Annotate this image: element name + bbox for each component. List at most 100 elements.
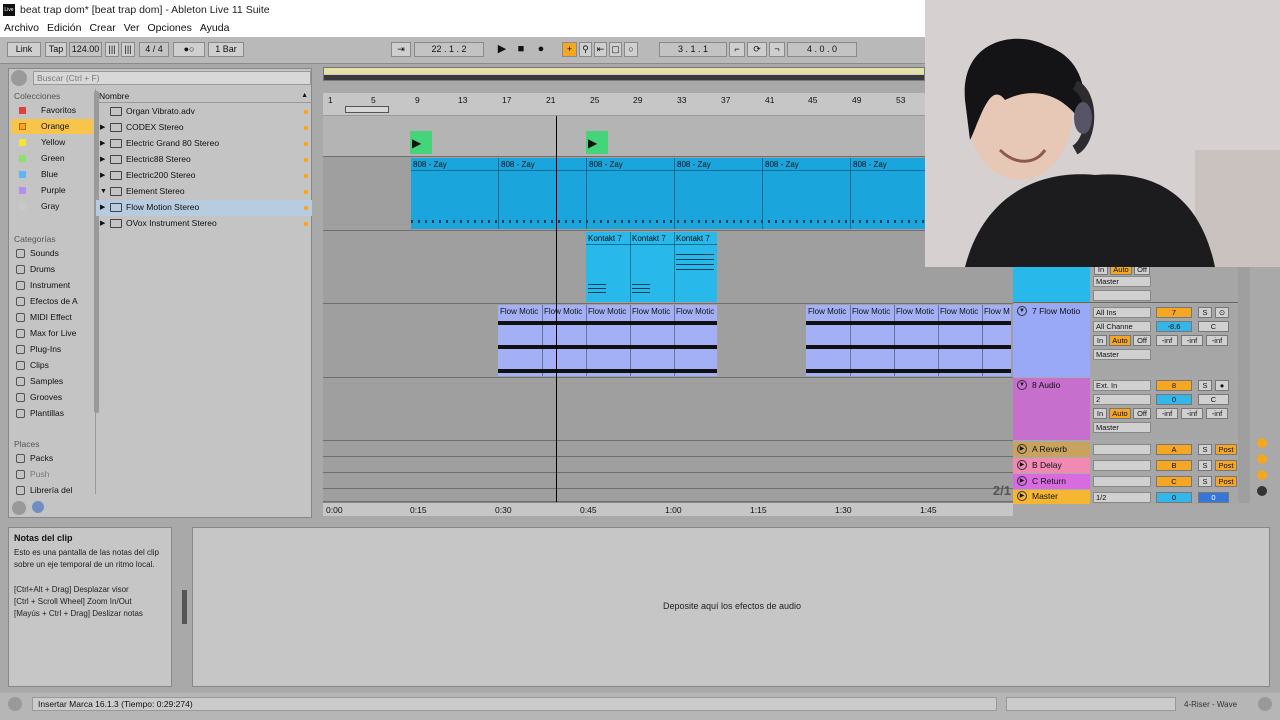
collection-orange[interactable]: Orange <box>11 119 93 134</box>
preview-headphones-icon[interactable] <box>32 501 44 513</box>
fold-icon[interactable]: ▼ <box>1017 380 1027 390</box>
output-dropdown[interactable]: Master <box>1093 422 1151 433</box>
time-signature-field[interactable]: 4 / 4 <box>139 42 169 57</box>
send-c-field[interactable]: -inf <box>1206 408 1228 419</box>
track-activator-button[interactable]: C <box>1156 476 1192 487</box>
expand-arrow-icon[interactable]: ▶ <box>100 216 105 231</box>
send-c-field[interactable]: -inf <box>1206 335 1228 346</box>
post-button[interactable]: Post <box>1215 460 1237 471</box>
punch-out-icon[interactable]: ¬ <box>769 42 785 57</box>
output-channel-dropdown[interactable] <box>1093 290 1151 301</box>
collection-favoritos[interactable]: Favoritos <box>11 103 93 118</box>
fold-icon[interactable]: ▶ <box>1017 476 1027 486</box>
track-name-delay[interactable]: ▶ B Delay <box>1013 458 1090 473</box>
device-view[interactable]: Deposite aquí los efectos de audio <box>192 527 1270 687</box>
arm-button[interactable]: ● <box>1215 380 1229 391</box>
expand-arrow-icon[interactable]: ▶ <box>100 136 105 151</box>
menu-ver[interactable]: Ver <box>124 22 140 34</box>
category-drums[interactable]: Drums <box>11 262 93 277</box>
automation-arm-icon[interactable]: ⚲ <box>579 42 592 57</box>
monitor-auto-button[interactable]: Auto <box>1109 408 1131 419</box>
arm-button[interactable]: ⊙ <box>1215 307 1229 318</box>
solo-button[interactable]: S <box>1198 307 1212 318</box>
list-item[interactable]: ▶ Electric Grand 80 Stereo <box>96 136 312 152</box>
send-b-field[interactable]: -inf <box>1181 335 1203 346</box>
audio-clip[interactable]: ▶ <box>586 131 608 154</box>
io-toggle-icon[interactable] <box>1257 438 1267 448</box>
output-dropdown[interactable]: Master <box>1093 276 1151 287</box>
track-lane-return-c[interactable] <box>323 473 1013 489</box>
record-icon[interactable]: ● <box>533 42 549 57</box>
search-input[interactable]: Buscar (Ctrl + F) <box>33 71 311 85</box>
input-channel-dropdown[interactable]: 2 <box>1093 394 1151 405</box>
session-record-icon[interactable]: ○ <box>624 42 638 57</box>
track-lane-1[interactable]: ▶ ▶ <box>323 116 1013 157</box>
track-activator-button[interactable]: A <box>1156 444 1192 455</box>
nudge-down-icon[interactable]: ||| <box>105 42 119 57</box>
punch-in-icon[interactable]: ⌐ <box>729 42 745 57</box>
fold-icon[interactable]: ▶ <box>1017 444 1027 454</box>
category-clips[interactable]: Clips <box>11 358 93 373</box>
pan-field[interactable]: C <box>1198 394 1229 405</box>
expand-arrow-icon[interactable]: ▶ <box>100 168 105 183</box>
name-column-header[interactable]: Nombre ▲ <box>96 89 312 103</box>
browser-toggle-icon[interactable] <box>11 70 27 86</box>
output-dropdown[interactable] <box>1093 444 1151 455</box>
volume-field[interactable]: -8.6 <box>1156 321 1192 332</box>
detail-view-toggle-icon[interactable] <box>1258 697 1272 711</box>
category-templates[interactable]: Plantillas <box>11 406 93 421</box>
selected-track-name[interactable]: 4-Riser - Wave <box>1184 700 1237 709</box>
mixer-toggle-icon[interactable] <box>1257 486 1267 496</box>
category-max-for-live[interactable]: Max for Live <box>11 326 93 341</box>
metronome-toggle[interactable]: ●○ <box>173 42 205 57</box>
collection-gray[interactable]: Gray <box>11 199 93 214</box>
place-push[interactable]: Push <box>11 467 93 482</box>
midi-clip-flow-motion[interactable]: Flow Motic Flow Motic Flow Motic Flow Mo… <box>806 305 1011 376</box>
track-activator-button[interactable]: 7 <box>1156 307 1192 318</box>
expand-arrow-icon[interactable]: ▼ <box>100 184 107 199</box>
list-item[interactable]: ▶ OVox Instrument Stereo <box>96 216 312 232</box>
monitor-off-button[interactable]: Off <box>1133 408 1151 419</box>
menu-crear[interactable]: Crear <box>89 22 115 34</box>
overview-visible-region[interactable] <box>324 68 924 74</box>
track-lane-kontakt[interactable]: Kontakt 7 Kontakt 7 Kontakt 7 <box>323 231 1013 304</box>
loop-length-field[interactable]: 4 . 0 . 0 <box>787 42 857 57</box>
send-b-field[interactable]: -inf <box>1181 408 1203 419</box>
returns-toggle-icon[interactable] <box>1257 470 1267 480</box>
midi-clip-kontakt[interactable]: Kontakt 7 Kontakt 7 Kontakt 7 <box>586 232 717 302</box>
monitor-in-button[interactable]: In <box>1093 408 1107 419</box>
category-plug-ins[interactable]: Plug-Ins <box>11 342 93 357</box>
detail-splitter-handle[interactable] <box>182 590 187 624</box>
follow-icon[interactable]: ⇥ <box>391 42 411 57</box>
cue-volume-field[interactable]: 0 <box>1198 492 1229 503</box>
input-channel-dropdown[interactable]: All Channe <box>1093 321 1151 332</box>
post-button[interactable]: Post <box>1215 444 1237 455</box>
loop-switch-icon[interactable]: ⟳ <box>747 42 767 57</box>
loop-start-field[interactable]: 3 . 1 . 1 <box>659 42 727 57</box>
pan-field[interactable]: C <box>1198 321 1229 332</box>
track-activator-button[interactable]: 8 <box>1156 380 1192 391</box>
track-lane-flow-motion[interactable]: Flow Motic Flow Motic Flow Motic Flow Mo… <box>323 304 1013 378</box>
category-instruments[interactable]: Instrument <box>11 278 93 293</box>
loop-brace-row[interactable] <box>323 104 925 116</box>
category-sounds[interactable]: Sounds <box>11 246 93 261</box>
menu-ayuda[interactable]: Ayuda <box>200 22 230 34</box>
expand-arrow-icon[interactable]: ▶ <box>100 200 105 215</box>
send-a-field[interactable]: -inf <box>1156 408 1178 419</box>
tempo-field[interactable]: 124.00 <box>69 42 102 57</box>
beat-time-ruler[interactable] <box>323 93 925 104</box>
back-to-arrangement-icon[interactable]: ⇤ <box>594 42 607 57</box>
stop-icon[interactable]: ■ <box>513 42 529 57</box>
track-name-reverb[interactable]: ▶ A Reverb <box>1013 442 1090 457</box>
master-volume-field[interactable]: 0 <box>1156 492 1192 503</box>
expand-arrow-icon[interactable]: ▶ <box>100 120 105 135</box>
info-view-toggle-icon[interactable] <box>8 697 22 711</box>
fold-icon[interactable]: ▼ <box>1017 306 1027 316</box>
track-name-audio-8[interactable]: ▼ 8 Audio <box>1013 378 1090 393</box>
post-button[interactable]: Post <box>1215 476 1237 487</box>
fold-icon[interactable]: ▶ <box>1017 460 1027 470</box>
track-lane-delay[interactable] <box>323 457 1013 473</box>
place-user-library[interactable]: Librería del <box>11 483 93 498</box>
menu-edicion[interactable]: Edición <box>47 22 81 34</box>
monitor-off-button[interactable]: Off <box>1133 335 1151 346</box>
